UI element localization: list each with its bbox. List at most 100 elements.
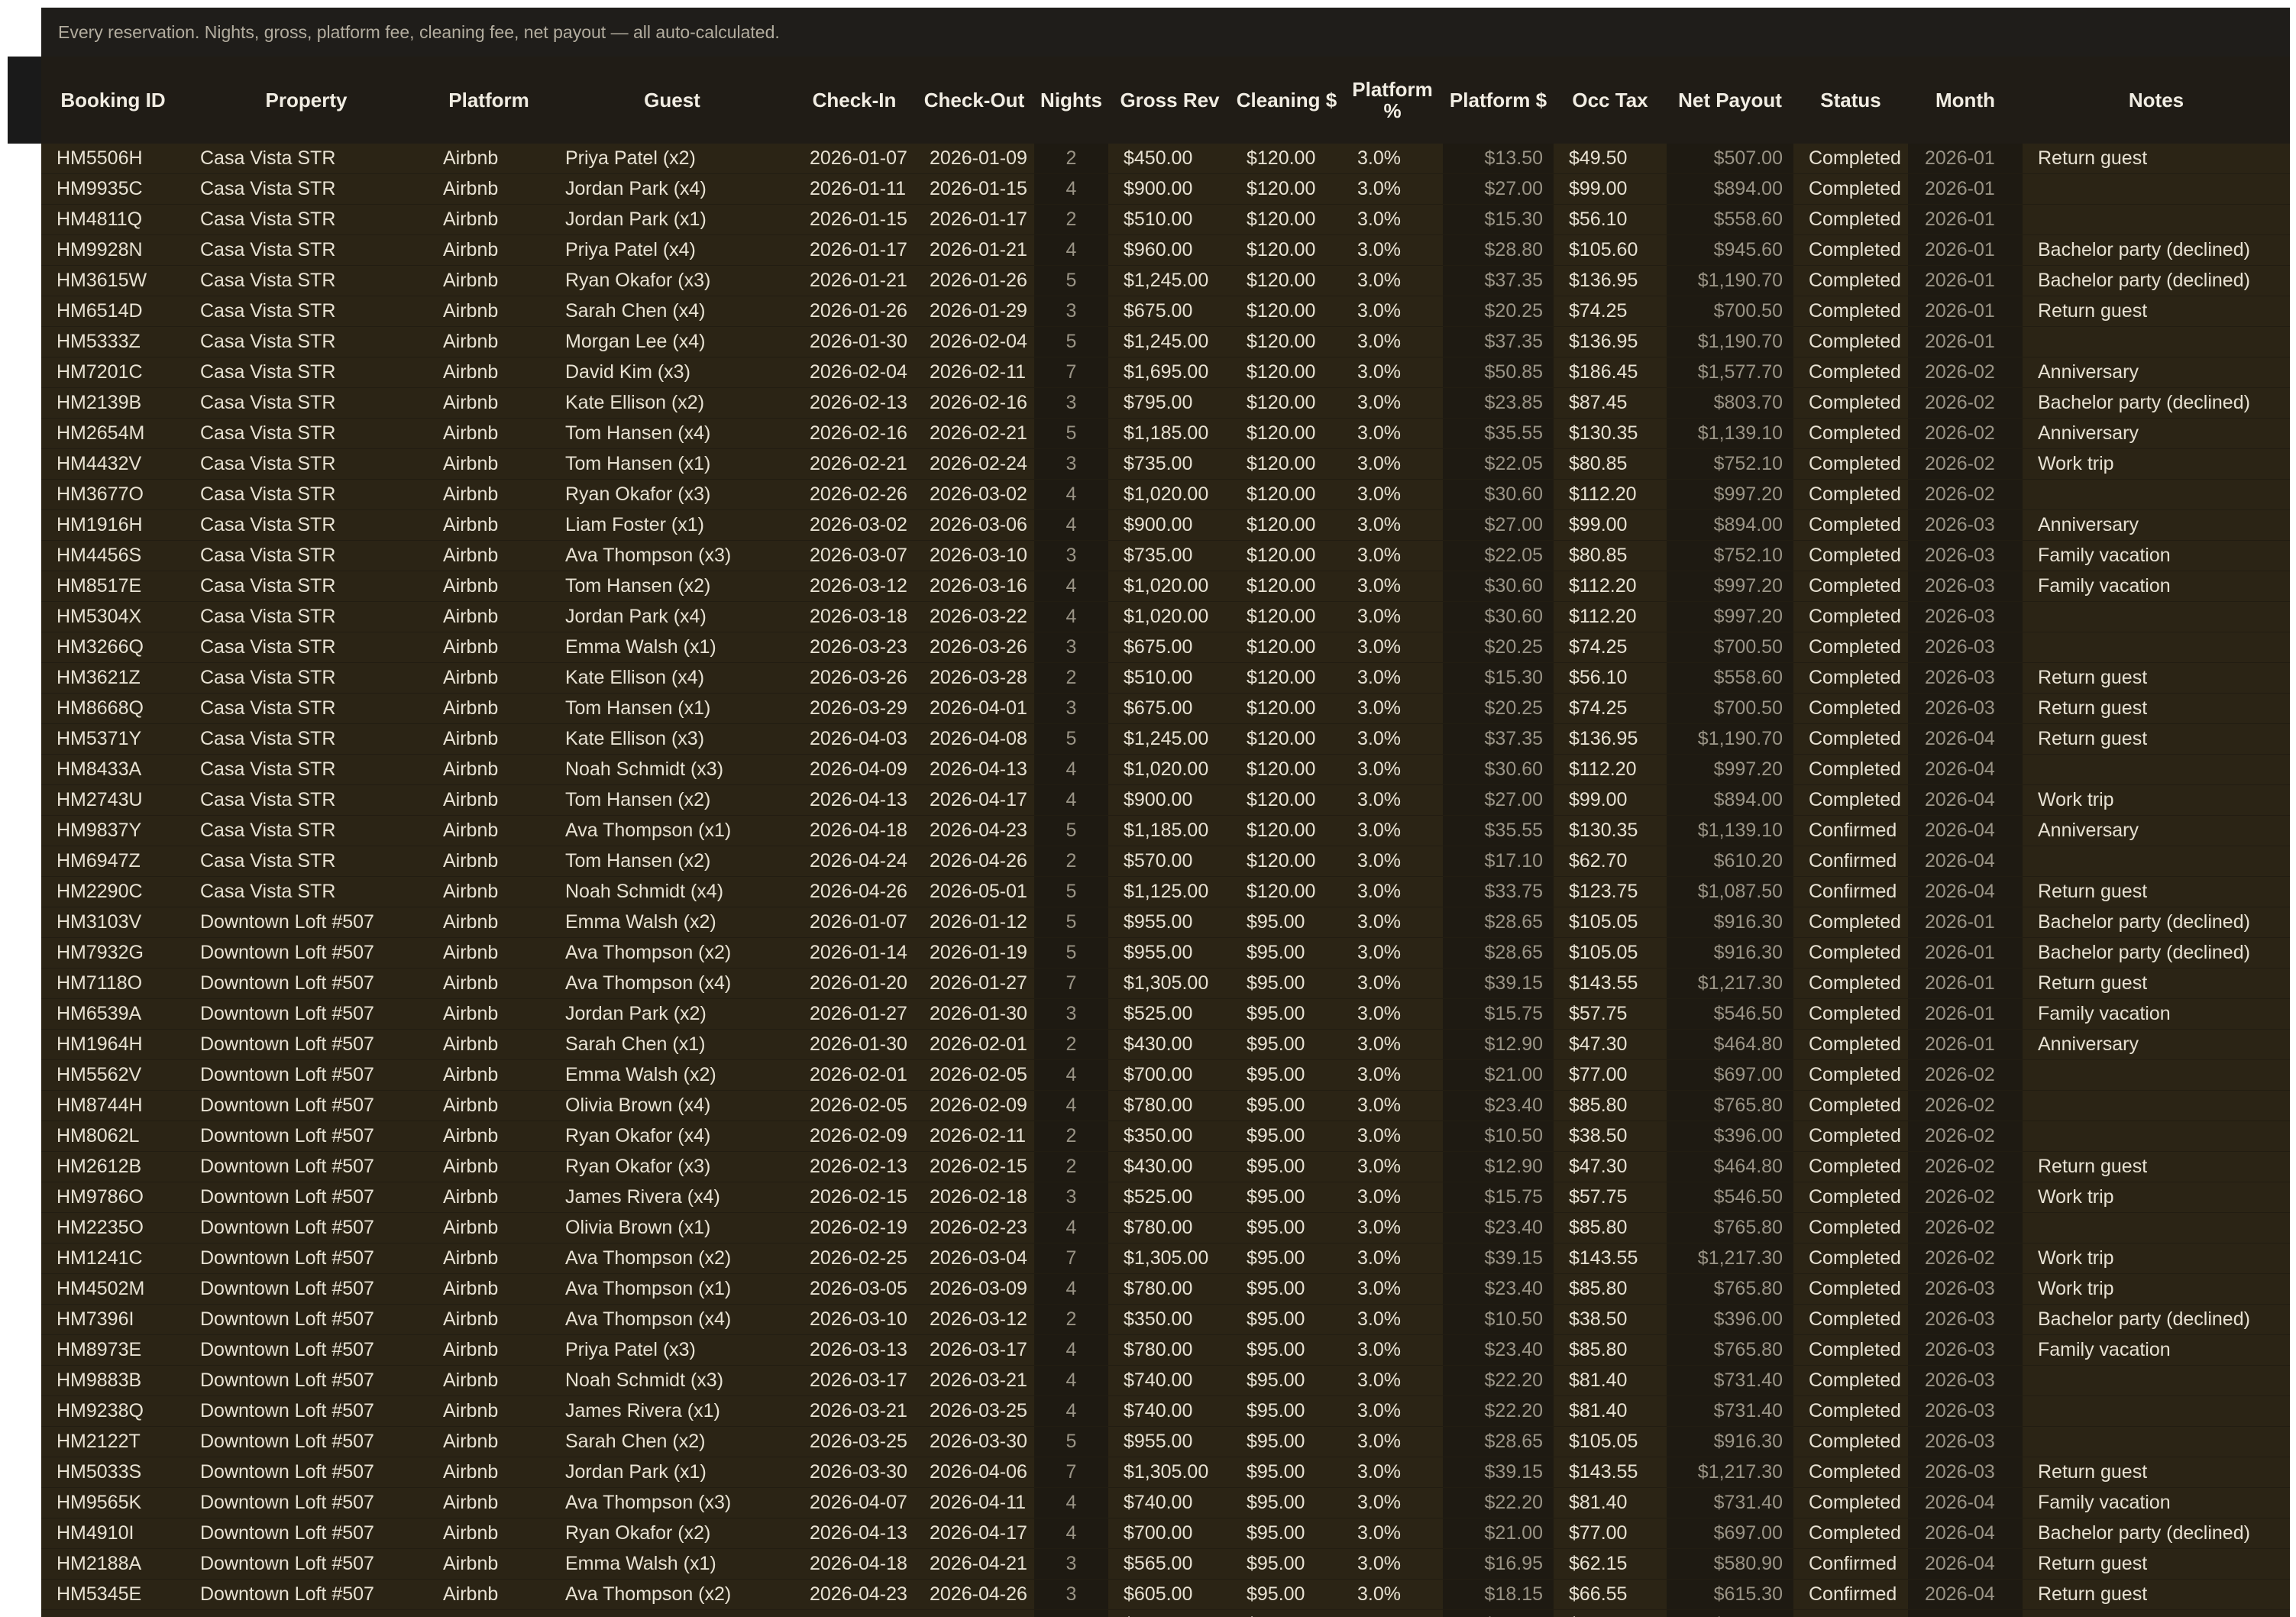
cell-net-payout[interactable]: $700.50 (1667, 632, 1793, 663)
cell-nights[interactable]: 3 (1034, 448, 1108, 480)
cell-cleaning[interactable]: $120.00 (1231, 632, 1342, 663)
cell-nights[interactable]: 5 (1034, 723, 1108, 755)
cell-gross-rev[interactable]: $735.00 (1108, 448, 1231, 480)
cell-nights[interactable]: 4 (1034, 571, 1108, 602)
cell-nights[interactable]: 3 (1034, 693, 1108, 724)
cell-platform[interactable]: Airbnb (428, 1273, 550, 1305)
cell-platform[interactable]: Airbnb (428, 846, 550, 877)
cell-guest[interactable]: Jordan Park (x1) (550, 1457, 794, 1488)
cell-month[interactable]: 2026-03 (1908, 1426, 2023, 1457)
cell-check-out[interactable]: 2026-03-25 (914, 1395, 1034, 1427)
cell-cleaning[interactable]: $95.00 (1231, 1426, 1342, 1457)
cell-property[interactable]: Downtown Loft #507 (185, 1334, 428, 1366)
col-header-check-out[interactable]: Check-Out (914, 57, 1034, 144)
cell-net-payout[interactable]: $558.60 (1667, 662, 1793, 694)
cell-property[interactable]: Casa Vista STR (185, 540, 428, 571)
cell-platform-pct[interactable]: 3.0% (1342, 1243, 1443, 1274)
cell-status[interactable]: Completed (1793, 1365, 1908, 1396)
cell-cleaning[interactable]: $120.00 (1231, 326, 1342, 357)
cell-guest[interactable]: Tom Hansen (x1) (550, 448, 794, 480)
cell-platform-pct[interactable]: 3.0% (1342, 1395, 1443, 1427)
cell-notes[interactable]: Anniversary (2023, 815, 2290, 846)
cell-check-in[interactable]: 2026-03-18 (794, 601, 914, 632)
cell-net-payout[interactable]: $610.20 (1667, 846, 1793, 877)
cell-occ-tax[interactable]: $74.25 (1554, 296, 1667, 327)
cell-platform-fee[interactable]: $23.40 (1443, 1334, 1554, 1366)
cell-platform-pct[interactable]: 3.0% (1342, 204, 1443, 235)
cell-gross-rev[interactable]: $605.00 (1108, 1579, 1231, 1610)
cell-platform-pct[interactable]: 3.0% (1342, 815, 1443, 846)
cell-check-in[interactable]: 2026-02-19 (794, 1212, 914, 1243)
cell-occ-tax[interactable]: $47.30 (1554, 1151, 1667, 1182)
cell-check-in[interactable]: 2026-01-26 (794, 296, 914, 327)
cell-guest[interactable]: Ava Thompson (x2) (550, 1243, 794, 1274)
cell-nights[interactable]: 5 (1034, 937, 1108, 969)
cell-occ-tax[interactable]: $112.20 (1554, 571, 1667, 602)
cell-notes[interactable]: Anniversary (2023, 357, 2290, 388)
cell-net-payout[interactable]: $894.00 (1667, 509, 1793, 541)
cell-notes[interactable] (2023, 1059, 2290, 1091)
cell-platform-fee[interactable]: $18.15 (1443, 1579, 1554, 1610)
cell-month[interactable]: 2026-04 (1908, 815, 2023, 846)
cell-platform-pct[interactable]: 3.0% (1342, 1304, 1443, 1335)
cell-cleaning[interactable]: $95.00 (1231, 1273, 1342, 1305)
cell-platform[interactable]: Airbnb (428, 815, 550, 846)
cell-occ-tax[interactable]: $49.50 (1554, 144, 1667, 174)
cell-nights[interactable]: 4 (1034, 1518, 1108, 1549)
cell-platform-pct[interactable]: 3.0% (1342, 693, 1443, 724)
cell-status[interactable]: Completed (1793, 387, 1908, 419)
cell-booking-id[interactable]: HM7201C (41, 357, 185, 388)
cell-gross-rev[interactable]: $1,305.00 (1108, 1243, 1231, 1274)
cell-platform[interactable]: Airbnb (428, 204, 550, 235)
cell-nights[interactable]: 3 (1034, 540, 1108, 571)
cell-booking-id[interactable]: HM4811Q (41, 204, 185, 235)
cell-property[interactable]: Downtown Loft #507 (185, 1121, 428, 1152)
cell-cleaning[interactable]: $95.00 (1231, 1395, 1342, 1427)
cell-platform-fee[interactable]: $21.00 (1443, 1059, 1554, 1091)
cell-check-in[interactable]: 2026-01-15 (794, 204, 914, 235)
cell-guest[interactable]: Emma Walsh (x2) (550, 1059, 794, 1091)
cell-month[interactable]: 2026-03 (1908, 1334, 2023, 1366)
cell-check-out[interactable]: 2026-03-26 (914, 632, 1034, 663)
cell-platform[interactable]: Airbnb (428, 1487, 550, 1518)
cell-status[interactable]: Completed (1793, 540, 1908, 571)
cell-booking-id[interactable]: HM3266Q (41, 632, 185, 663)
cell-check-in[interactable]: 2026-02-04 (794, 357, 914, 388)
cell-check-out[interactable]: 2026-03-17 (914, 1334, 1034, 1366)
cell-check-in[interactable]: 2026-03-07 (794, 540, 914, 571)
cell-booking-id[interactable]: HM5562V (41, 1059, 185, 1091)
cell-cleaning[interactable]: $120.00 (1231, 234, 1342, 266)
cell-platform[interactable]: Airbnb (428, 296, 550, 327)
cell-month[interactable]: 2026-04 (1908, 1518, 2023, 1549)
cell-booking-id[interactable]: HM2743U (41, 784, 185, 816)
cell-nights[interactable]: 4 (1034, 784, 1108, 816)
cell-check-in[interactable]: 2026-01-11 (794, 173, 914, 205)
cell-check-in[interactable]: 2026-04-09 (794, 754, 914, 785)
cell-gross-rev[interactable]: $350.00 (1108, 1121, 1231, 1152)
cell-notes[interactable]: Anniversary (2023, 1029, 2290, 1060)
cell-gross-rev[interactable]: $900.00 (1108, 509, 1231, 541)
cell-platform[interactable]: Airbnb (428, 1457, 550, 1488)
cell-occ-tax[interactable]: $105.05 (1554, 937, 1667, 969)
cell-status[interactable]: Completed (1793, 1029, 1908, 1060)
cell-occ-tax[interactable]: $77.00 (1554, 1518, 1667, 1549)
cell-check-in[interactable]: 2026-03-10 (794, 1304, 914, 1335)
cell-nights[interactable]: 5 (1034, 815, 1108, 846)
cell-gross-rev[interactable]: $740.00 (1108, 1365, 1231, 1396)
cell-net-payout[interactable]: $615.30 (1667, 1579, 1793, 1610)
cell-platform-fee[interactable]: $22.20 (1443, 1487, 1554, 1518)
cell-platform-pct[interactable]: 3.0% (1342, 1059, 1443, 1091)
cell-net-payout[interactable]: $546.50 (1667, 998, 1793, 1030)
cell-cleaning[interactable]: $120.00 (1231, 784, 1342, 816)
cell-check-in[interactable]: 2026-01-07 (794, 907, 914, 938)
cell-property[interactable]: Downtown Loft #507 (185, 1548, 428, 1580)
cell-check-out[interactable]: 2026-01-17 (914, 204, 1034, 235)
cell-property[interactable]: Downtown Loft #507 (185, 1029, 428, 1060)
cell-net-payout[interactable]: $464.80 (1667, 1151, 1793, 1182)
cell-property[interactable]: Casa Vista STR (185, 357, 428, 388)
cell-check-in[interactable]: 2026-04-18 (794, 1548, 914, 1580)
cell-check-in[interactable]: 2026-04-03 (794, 723, 914, 755)
cell-guest[interactable]: Ava Thompson (x3) (550, 1487, 794, 1518)
cell-platform-fee[interactable]: $28.65 (1443, 937, 1554, 969)
cell-property[interactable]: Casa Vista STR (185, 815, 428, 846)
